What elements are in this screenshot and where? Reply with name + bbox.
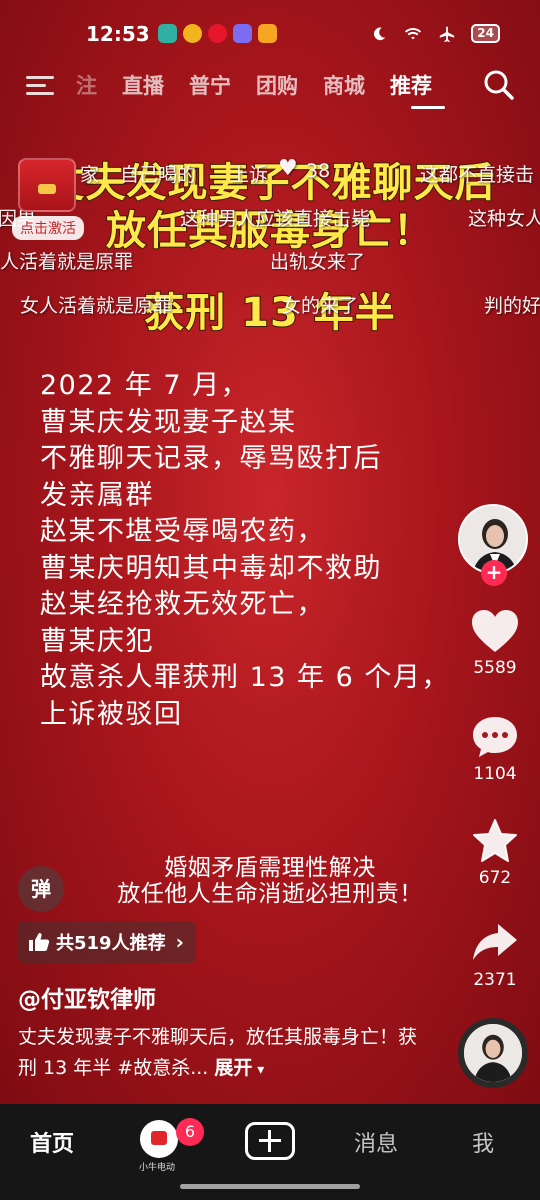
- body-text-line: 赵某不堪受辱喝农药，: [40, 516, 325, 547]
- body-text-line: 上诉被驳回: [40, 698, 183, 730]
- music-disc-avatar[interactable]: [458, 1018, 528, 1088]
- body-text-line: 发亲属群: [40, 479, 154, 511]
- body-text-line: 曹某庆犯: [40, 625, 154, 657]
- niu-label: 小牛电动: [139, 1163, 176, 1173]
- danmaku-comment: 女的来了: [282, 295, 359, 317]
- star-icon: [473, 819, 517, 862]
- app-notification-icon: [258, 24, 277, 43]
- danmaku-comment: 这种男人应该直接击毙: [180, 208, 371, 230]
- tab-bar: 注 直播 普宁 团购 商城 推荐: [66, 70, 432, 100]
- danmaku-comment: 女人活着就是原罪: [20, 295, 173, 317]
- comment-icon: [473, 717, 517, 757]
- create-plus-button[interactable]: [245, 1122, 295, 1160]
- home-indicator[interactable]: [180, 1184, 360, 1189]
- person-avatar-icon: [464, 1024, 522, 1082]
- status-right: 24: [369, 24, 500, 43]
- status-app-icons: [158, 24, 277, 43]
- body-text-line: 曹某庆明知其中毒却不救助: [40, 552, 382, 584]
- status-bar: 12:53 24: [0, 18, 540, 52]
- menu-icon[interactable]: [26, 72, 56, 98]
- heart-icon: ♥: [278, 156, 298, 181]
- video-body-text: 2022 年 7 月， 曹某庆发现妻子赵某 不雅聊天记录，辱骂殴打后 发亲属群 …: [40, 368, 510, 733]
- tab-group-buy[interactable]: 团购: [256, 70, 298, 100]
- like-button[interactable]: 5589: [458, 608, 532, 678]
- thumbs-up-icon: [29, 933, 50, 951]
- moon-icon: [374, 27, 386, 40]
- red-packet-activate-label[interactable]: 点击激活: [12, 216, 84, 240]
- author-name[interactable]: @付亚钦律师: [18, 980, 156, 1014]
- recommend-pill[interactable]: 共519人推荐 ›: [18, 921, 196, 963]
- follow-plus-button[interactable]: +: [481, 560, 507, 586]
- danmaku-comment: 家: [80, 164, 100, 186]
- chevron-right-icon: ›: [175, 930, 184, 954]
- danmaku-comment: 自己喝的: [120, 164, 197, 186]
- airplane-icon: [440, 26, 455, 42]
- niu-shortcut-icon[interactable]: [140, 1120, 178, 1158]
- video-area[interactable]: 12:53 24 注 直播 普宁 团购 商城 推荐 丈夫发现妻子不雅聊天后 放任…: [0, 0, 540, 1104]
- danmaku-comment: 这都不直接击: [420, 164, 535, 186]
- red-packet-icon[interactable]: [18, 158, 76, 212]
- tab-mall[interactable]: 商城: [323, 70, 365, 100]
- comment-button[interactable]: 1104: [458, 714, 532, 784]
- share-arrow-icon: [473, 924, 517, 960]
- danmaku-comment: 人活着就是原罪: [0, 251, 134, 273]
- tab-recommend[interactable]: 推荐: [390, 70, 432, 100]
- danmaku-comment: 上诉: [230, 164, 269, 186]
- favorite-button[interactable]: 672: [458, 818, 532, 888]
- share-button[interactable]: 2371: [458, 920, 532, 990]
- danmaku-toggle-button[interactable]: 弹: [18, 866, 64, 912]
- weibo-icon: [208, 24, 227, 43]
- video-description: 丈夫发现妻子不雅聊天后，放任其服毒身亡！获刑 13 年半 #故意杀... 展开 …: [18, 1022, 428, 1086]
- tab-puning[interactable]: 普宁: [189, 70, 231, 100]
- chevron-down-icon[interactable]: ▾: [252, 1062, 264, 1078]
- danmaku-comment: 判的好: [484, 295, 540, 317]
- search-icon[interactable]: [482, 68, 516, 102]
- tab-live[interactable]: 直播: [122, 70, 164, 100]
- tab-follow[interactable]: 注: [76, 70, 97, 100]
- danmaku-comment: 38: [306, 160, 331, 182]
- top-nav: 注 直播 普宁 团购 商城 推荐: [0, 66, 540, 110]
- comment-count: 1104: [473, 764, 517, 784]
- recommend-label: 共519人推荐: [56, 933, 166, 954]
- nav-messages[interactable]: 消息: [354, 1126, 398, 1158]
- status-time: 12:53: [86, 22, 150, 46]
- favorite-count: 672: [478, 868, 512, 888]
- nav-me[interactable]: 我: [472, 1126, 494, 1158]
- nav-home[interactable]: 首页: [30, 1126, 74, 1158]
- like-count: 5589: [473, 658, 517, 678]
- body-text-line: 2022 年 7 月，: [40, 370, 250, 401]
- body-text-line: 故意杀人罪获刑 13 年 6 个月，: [40, 662, 450, 693]
- body-text-line: 曹某庆发现妻子赵某: [40, 406, 297, 438]
- share-count: 2371: [473, 970, 517, 990]
- wifi-icon: [405, 27, 422, 39]
- active-tab-indicator: [411, 106, 445, 109]
- app-notification-icon: [158, 24, 177, 43]
- battery-indicator: 24: [471, 24, 500, 43]
- notification-badge: 6: [176, 1118, 204, 1146]
- heart-icon: [472, 610, 518, 652]
- body-text-line: 赵某经抢救无效死亡，: [40, 589, 325, 620]
- danmaku-comment: 出轨女来了: [270, 251, 366, 273]
- danmaku-comment: 这种女人: [468, 208, 540, 230]
- expand-button[interactable]: 展开: [214, 1057, 252, 1079]
- body-text-line: 不雅聊天记录，辱骂殴打后: [40, 443, 382, 474]
- app-notification-icon: [233, 24, 252, 43]
- app-notification-icon: [183, 24, 202, 43]
